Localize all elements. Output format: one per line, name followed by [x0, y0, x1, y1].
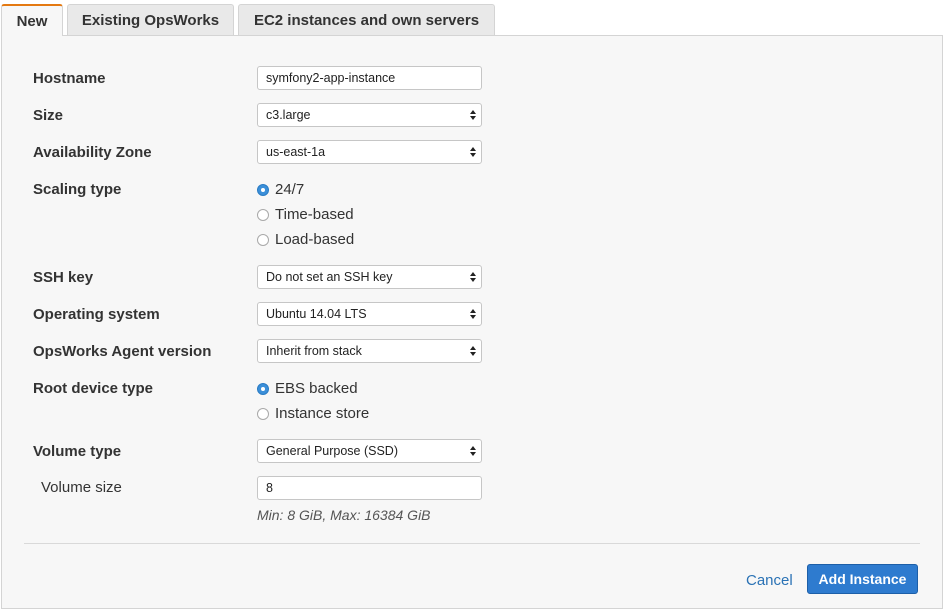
- scaling-option-time-based[interactable]: Time-based: [257, 206, 354, 223]
- root-device-type-label: Root device type: [33, 380, 154, 397]
- availability-zone-label: Availability Zone: [33, 144, 152, 161]
- operating-system-label: Operating system: [33, 306, 160, 323]
- root-device-option-instance-store[interactable]: Instance store: [257, 405, 369, 422]
- availability-zone-select[interactable]: us-east-1a: [257, 140, 482, 164]
- operating-system-value: Ubuntu 14.04 LTS: [266, 307, 367, 321]
- select-arrows-icon: [470, 110, 476, 120]
- scaling-type-label: Scaling type: [33, 181, 122, 198]
- tab-label: New: [16, 12, 48, 30]
- select-arrows-icon: [470, 446, 476, 456]
- agent-version-select[interactable]: Inherit from stack: [257, 339, 482, 363]
- size-label: Size: [33, 107, 64, 124]
- hostname-label: Hostname: [33, 70, 106, 87]
- footer-divider: [24, 543, 920, 544]
- volume-type-label: Volume type: [33, 443, 122, 460]
- radio-selected-icon: [257, 183, 269, 196]
- volume-size-label: Volume size: [41, 479, 122, 496]
- select-arrows-icon: [470, 147, 476, 157]
- hostname-input[interactable]: [257, 66, 482, 90]
- add-instance-button[interactable]: Add Instance: [807, 564, 918, 594]
- new-instance-form: Hostname Size c3.large Availability Zone…: [1, 35, 943, 609]
- radio-unselected-icon: [257, 208, 269, 221]
- volume-size-hint: Min: 8 GiB, Max: 16384 GiB: [257, 507, 431, 523]
- availability-zone-value: us-east-1a: [266, 145, 326, 159]
- scaling-option-label: Time-based: [275, 206, 354, 223]
- ssh-key-select[interactable]: Do not set an SSH key: [257, 265, 482, 289]
- agent-version-value: Inherit from stack: [266, 344, 362, 358]
- operating-system-select[interactable]: Ubuntu 14.04 LTS: [257, 302, 482, 326]
- root-device-option-label: Instance store: [275, 405, 370, 422]
- ssh-key-value: Do not set an SSH key: [266, 270, 393, 284]
- cancel-link[interactable]: Cancel: [746, 572, 793, 589]
- volume-size-input[interactable]: [257, 476, 482, 500]
- tab-label: Existing OpsWorks: [81, 11, 220, 29]
- tab-new[interactable]: New: [1, 4, 63, 36]
- radio-selected-icon: [257, 382, 269, 395]
- size-select[interactable]: c3.large: [257, 103, 482, 127]
- root-device-option-label: EBS backed: [275, 380, 358, 397]
- tab-ec2-instances[interactable]: EC2 instances and own servers: [238, 4, 495, 35]
- root-device-option-ebs[interactable]: EBS backed: [257, 380, 358, 397]
- agent-version-label: OpsWorks Agent version: [33, 343, 212, 360]
- scaling-option-label: Load-based: [275, 231, 355, 248]
- select-arrows-icon: [470, 272, 476, 282]
- select-arrows-icon: [470, 309, 476, 319]
- scaling-option-24-7[interactable]: 24/7: [257, 181, 304, 198]
- tab-label: EC2 instances and own servers: [253, 11, 480, 29]
- tab-existing-opsworks[interactable]: Existing OpsWorks: [67, 4, 234, 35]
- radio-unselected-icon: [257, 407, 269, 420]
- ssh-key-label: SSH key: [33, 269, 94, 286]
- volume-type-value: General Purpose (SSD): [266, 444, 399, 458]
- scaling-option-label: 24/7: [275, 181, 305, 198]
- volume-type-select[interactable]: General Purpose (SSD): [257, 439, 482, 463]
- radio-unselected-icon: [257, 233, 269, 246]
- scaling-option-load-based[interactable]: Load-based: [257, 231, 354, 248]
- size-value: c3.large: [266, 108, 311, 122]
- select-arrows-icon: [470, 346, 476, 356]
